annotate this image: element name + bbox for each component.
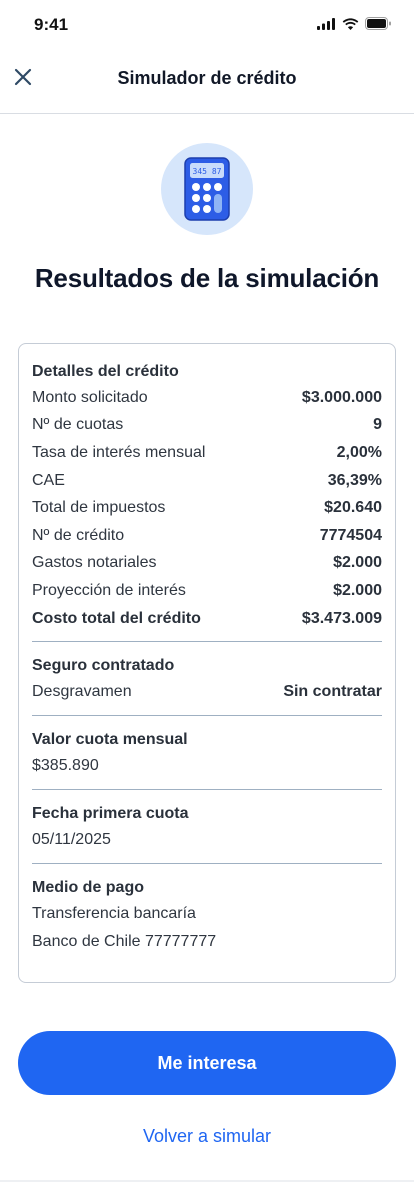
divider (32, 788, 382, 790)
payment-method-type: Transferencia bancaría (32, 904, 196, 922)
divider (32, 641, 382, 643)
detail-row: Tasa de interés mensual 2,00% (32, 439, 382, 467)
volver-a-simular-link[interactable]: Volver a simular (0, 1126, 414, 1147)
detail-label: Total de impuestos (32, 499, 166, 517)
total-cost-row: Costo total del crédito $3.473.009 (32, 605, 382, 633)
installment-value: $385.890 (32, 756, 99, 774)
page-title: Resultados de la simulación (34, 263, 380, 293)
details-title: Detalles del crédito (32, 363, 179, 380)
detail-row: Total de impuestos $20.640 (32, 494, 382, 522)
total-cost-value: $3.473.009 (301, 609, 382, 627)
first-payment-date: 05/11/2025 (32, 830, 111, 848)
detail-value: $20.640 (324, 499, 382, 517)
installment-title: Valor cuota mensual (32, 730, 188, 748)
insurance-row: Desgravamen Sin contratar (32, 678, 382, 706)
detail-label: Proyección de interés (32, 581, 186, 599)
insurance-title: Seguro contratado (32, 657, 175, 675)
nav-title: Simulador de crédito (117, 68, 297, 88)
detail-value: $3.000.000 (301, 388, 382, 406)
detail-value: 9 (373, 416, 382, 434)
calculator-icon: 345 87 (184, 157, 230, 221)
detail-row: Nº de cuotas 9 (32, 412, 382, 440)
nav-bar: Simulador de crédito (0, 50, 414, 114)
me-interesa-button[interactable]: Me interesa (18, 1031, 396, 1095)
signal-icon (317, 17, 335, 30)
battery-icon (365, 17, 391, 30)
insurance-value: Sin contratar (283, 683, 382, 701)
detail-value: $2.000 (333, 581, 382, 599)
detail-row: Gastos notariales $2.000 (32, 550, 382, 578)
divider (32, 714, 382, 716)
detail-label: CAE (32, 471, 65, 489)
simulation-summary-card: Detalles del crédito Monto solicitado $3… (18, 343, 396, 983)
first-payment-title: Fecha primera cuota (32, 804, 189, 822)
insurance-label: Desgravamen (32, 683, 132, 701)
detail-value: $2.000 (333, 554, 382, 572)
wifi-icon (342, 17, 359, 30)
detail-label: Gastos notariales (32, 554, 157, 572)
detail-value: 2,00% (336, 443, 382, 461)
detail-label: Tasa de interés mensual (32, 443, 206, 461)
status-time: 9:41 (34, 15, 69, 34)
divider (32, 862, 382, 864)
status-icons (317, 17, 392, 30)
calculator-display: 345 87 (193, 167, 222, 176)
payment-method-title: Medio de pago (32, 878, 144, 896)
detail-label: Nº de crédito (32, 526, 125, 544)
total-cost-label: Costo total del crédito (32, 609, 201, 627)
calculator-badge: 345 87 (161, 143, 253, 235)
detail-row: Proyección de interés $2.000 (32, 577, 382, 605)
payment-method-account: Banco de Chile 77777777 (32, 932, 217, 950)
detail-value: 36,39% (327, 471, 382, 489)
detail-label: Monto solicitado (32, 388, 148, 406)
detail-row: Monto solicitado $3.000.000 (32, 384, 382, 412)
detail-value: 7774504 (319, 526, 382, 544)
status-bar: 9:41 (0, 0, 414, 50)
detail-label: Nº de cuotas (32, 416, 124, 434)
detail-row: CAE 36,39% (32, 467, 382, 495)
detail-row: Nº de crédito 7774504 (32, 522, 382, 550)
